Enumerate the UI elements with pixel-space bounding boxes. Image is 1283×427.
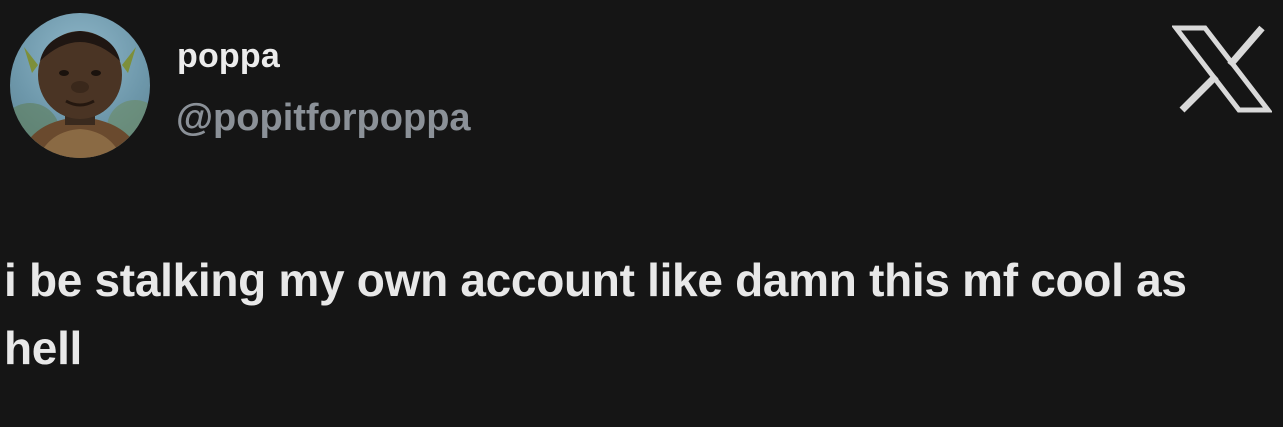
avatar-image xyxy=(10,31,150,158)
author-handle[interactable]: @popitforpoppa xyxy=(176,96,471,140)
avatar[interactable] xyxy=(10,13,150,158)
x-logo-icon xyxy=(1172,25,1272,113)
tweet-text: i be stalking my own account like damn t… xyxy=(4,254,1187,374)
post-card: poppa @popitforpoppa i be stalking my ow… xyxy=(0,0,1283,427)
author-display-name[interactable]: poppa xyxy=(177,36,280,76)
